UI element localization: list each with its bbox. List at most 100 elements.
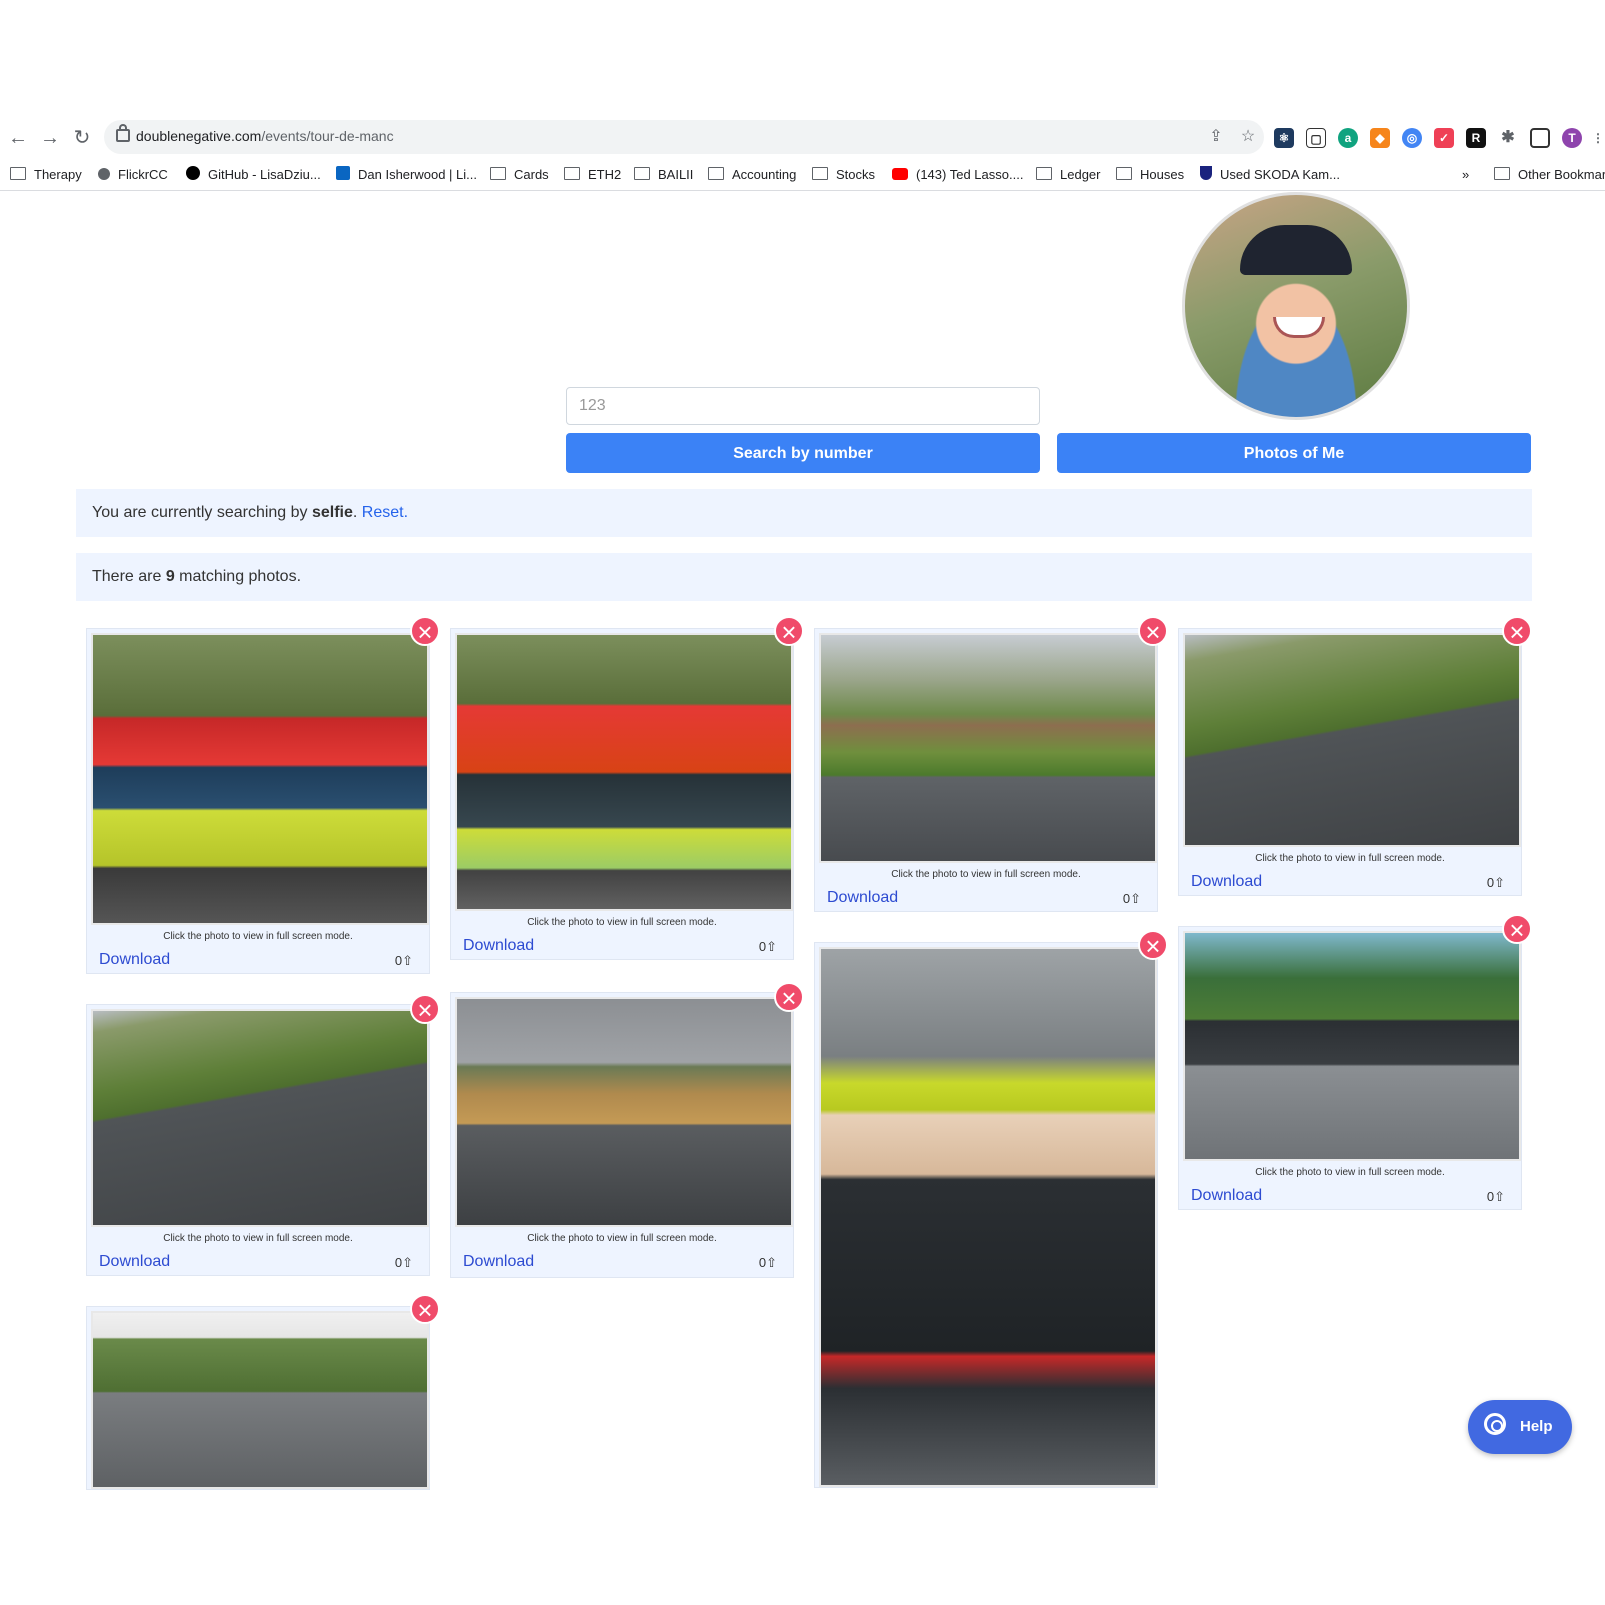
github-icon — [186, 166, 200, 180]
photo-caption: Click the photo to view in full screen m… — [527, 1233, 717, 1244]
remove-photo-icon[interactable]: × — [410, 1294, 440, 1324]
lifebuoy-icon — [1484, 1413, 1506, 1435]
reload-icon[interactable]: ↻ — [70, 126, 94, 150]
share-icon[interactable]: ⇪ — [1206, 127, 1226, 147]
photo-card: Click the photo to view in full screen m… — [86, 628, 430, 974]
photo-card: Click the photo to view in full screen m… — [450, 628, 794, 960]
photo-caption: Click the photo to view in full screen m… — [891, 869, 1081, 880]
photo-card — [814, 942, 1158, 1488]
photo-thumbnail[interactable] — [455, 633, 793, 911]
download-link[interactable]: Download — [1191, 1187, 1262, 1205]
download-link[interactable]: Download — [99, 951, 170, 969]
remove-photo-icon[interactable]: × — [410, 994, 440, 1024]
bookmark-ted-lasso[interactable]: (143) Ted Lasso.... — [892, 166, 1023, 184]
metamask-icon[interactable]: ◆ — [1370, 128, 1390, 148]
photo-thumbnail[interactable] — [91, 1311, 429, 1489]
bookmark-github[interactable]: GitHub - LisaDziu... — [186, 166, 321, 184]
remove-photo-icon[interactable]: × — [774, 982, 804, 1012]
upvote-count[interactable]: 0⇧ — [395, 953, 413, 969]
photo-caption: Click the photo to view in full screen m… — [163, 1233, 353, 1244]
menu-kebab-icon[interactable]: ⋮ — [1592, 128, 1604, 148]
upvote-count[interactable]: 0⇧ — [759, 1255, 777, 1271]
download-link[interactable]: Download — [827, 889, 898, 907]
upvote-count[interactable]: 0⇧ — [759, 939, 777, 955]
race-number-input[interactable] — [566, 387, 1040, 425]
photo-thumbnail[interactable] — [819, 633, 1157, 863]
photo-caption: Click the photo to view in full screen m… — [163, 931, 353, 942]
upvote-count[interactable]: 0⇧ — [395, 1255, 413, 1271]
photo-thumbnail[interactable] — [455, 997, 793, 1227]
bookmark-therapy[interactable]: Therapy — [10, 166, 82, 184]
download-link[interactable]: Download — [1191, 873, 1262, 891]
remove-photo-icon[interactable]: × — [1138, 616, 1168, 646]
folder-icon — [812, 167, 828, 180]
remove-photo-icon[interactable]: × — [410, 616, 440, 646]
help-button[interactable]: Help — [1468, 1400, 1572, 1454]
bookmarks-overflow-chevron[interactable]: » — [1462, 166, 1469, 184]
bookmark-stocks[interactable]: Stocks — [812, 166, 875, 184]
bookmark-accounting[interactable]: Accounting — [708, 166, 796, 184]
upvote-count[interactable]: 0⇧ — [1487, 875, 1505, 891]
bookmark-bailii[interactable]: BAILII — [634, 166, 693, 184]
bookmark-cards[interactable]: Cards — [490, 166, 549, 184]
upvote-count[interactable]: 0⇧ — [1123, 891, 1141, 907]
folder-icon — [10, 167, 26, 180]
photo-caption: Click the photo to view in full screen m… — [1255, 853, 1445, 864]
search-by-number-button[interactable]: Search by number — [566, 433, 1040, 473]
remove-photo-icon[interactable]: × — [1138, 930, 1168, 960]
folder-icon — [1494, 167, 1510, 180]
match-count: 9 — [165, 568, 175, 585]
bookmark-star-icon[interactable]: ☆ — [1238, 127, 1258, 147]
bookmark-eth2[interactable]: ETH2 — [564, 166, 621, 184]
upvote-count[interactable]: 0⇧ — [1487, 1189, 1505, 1205]
bookmark-skoda[interactable]: Used SKODA Kam... — [1200, 166, 1340, 184]
remove-photo-icon[interactable]: × — [774, 616, 804, 646]
pocket-icon[interactable]: ✓ — [1434, 128, 1454, 148]
bookmark-ledger[interactable]: Ledger — [1036, 166, 1100, 184]
address-bar[interactable]: doublenegative.com/events/tour-de-manc ⇪… — [104, 120, 1264, 154]
back-icon[interactable]: ← — [6, 126, 30, 150]
help-label: Help — [1520, 1418, 1553, 1435]
photo-card — [86, 1306, 430, 1490]
reset-link[interactable]: Reset. — [362, 504, 408, 521]
remove-photo-icon[interactable]: × — [1502, 616, 1532, 646]
photo-thumbnail[interactable] — [1183, 931, 1521, 1161]
react-devtools-icon[interactable]: ⚛ — [1274, 128, 1294, 148]
bookmark-other[interactable]: Other Bookmarks — [1494, 166, 1605, 184]
photo-card: Click the photo to view in full screen m… — [1178, 628, 1522, 896]
photo-thumbnail[interactable] — [91, 633, 429, 925]
search-mode-notice: You are currently searching by selfie. R… — [76, 489, 1532, 537]
reader-extension-icon[interactable]: R — [1466, 128, 1486, 148]
browser-toolbar: ← → ↻ doublenegative.com/events/tour-de-… — [0, 116, 1605, 160]
smile-shape — [1273, 317, 1325, 338]
cap-shape — [1240, 225, 1352, 275]
photo-thumbnail[interactable] — [1183, 633, 1521, 847]
bookmark-houses[interactable]: Houses — [1116, 166, 1184, 184]
forward-icon[interactable]: → — [38, 126, 62, 150]
folder-icon — [708, 167, 724, 180]
password-extension-icon[interactable]: ◎ — [1402, 128, 1422, 148]
photo-card: Click the photo to view in full screen m… — [450, 992, 794, 1278]
folder-icon — [564, 167, 580, 180]
photo-thumbnail[interactable] — [819, 947, 1157, 1487]
photo-card: Click the photo to view in full screen m… — [814, 628, 1158, 912]
youtube-icon — [892, 168, 908, 180]
bookmark-linkedin[interactable]: Dan Isherwood | Li... — [336, 166, 477, 184]
photos-of-me-button[interactable]: Photos of Me — [1057, 433, 1531, 473]
selfie-avatar — [1182, 192, 1410, 420]
download-link[interactable]: Download — [99, 1253, 170, 1271]
folder-icon — [1116, 167, 1132, 180]
extensions-puzzle-icon[interactable]: ✱ — [1498, 128, 1518, 148]
lock-icon — [116, 124, 130, 142]
download-link[interactable]: Download — [463, 937, 534, 955]
remove-photo-icon[interactable]: × — [1502, 914, 1532, 944]
profile-avatar[interactable]: T — [1562, 128, 1582, 148]
download-link[interactable]: Download — [463, 1253, 534, 1271]
grammar-extension-icon[interactable]: a — [1338, 128, 1358, 148]
screen-capture-icon[interactable]: ▢ — [1306, 128, 1326, 148]
side-panel-icon[interactable] — [1530, 128, 1550, 148]
linkedin-icon — [336, 166, 350, 180]
bookmark-flickrcc[interactable]: FlickrCC — [98, 166, 168, 184]
skoda-icon — [1200, 166, 1212, 180]
photo-thumbnail[interactable] — [91, 1009, 429, 1227]
